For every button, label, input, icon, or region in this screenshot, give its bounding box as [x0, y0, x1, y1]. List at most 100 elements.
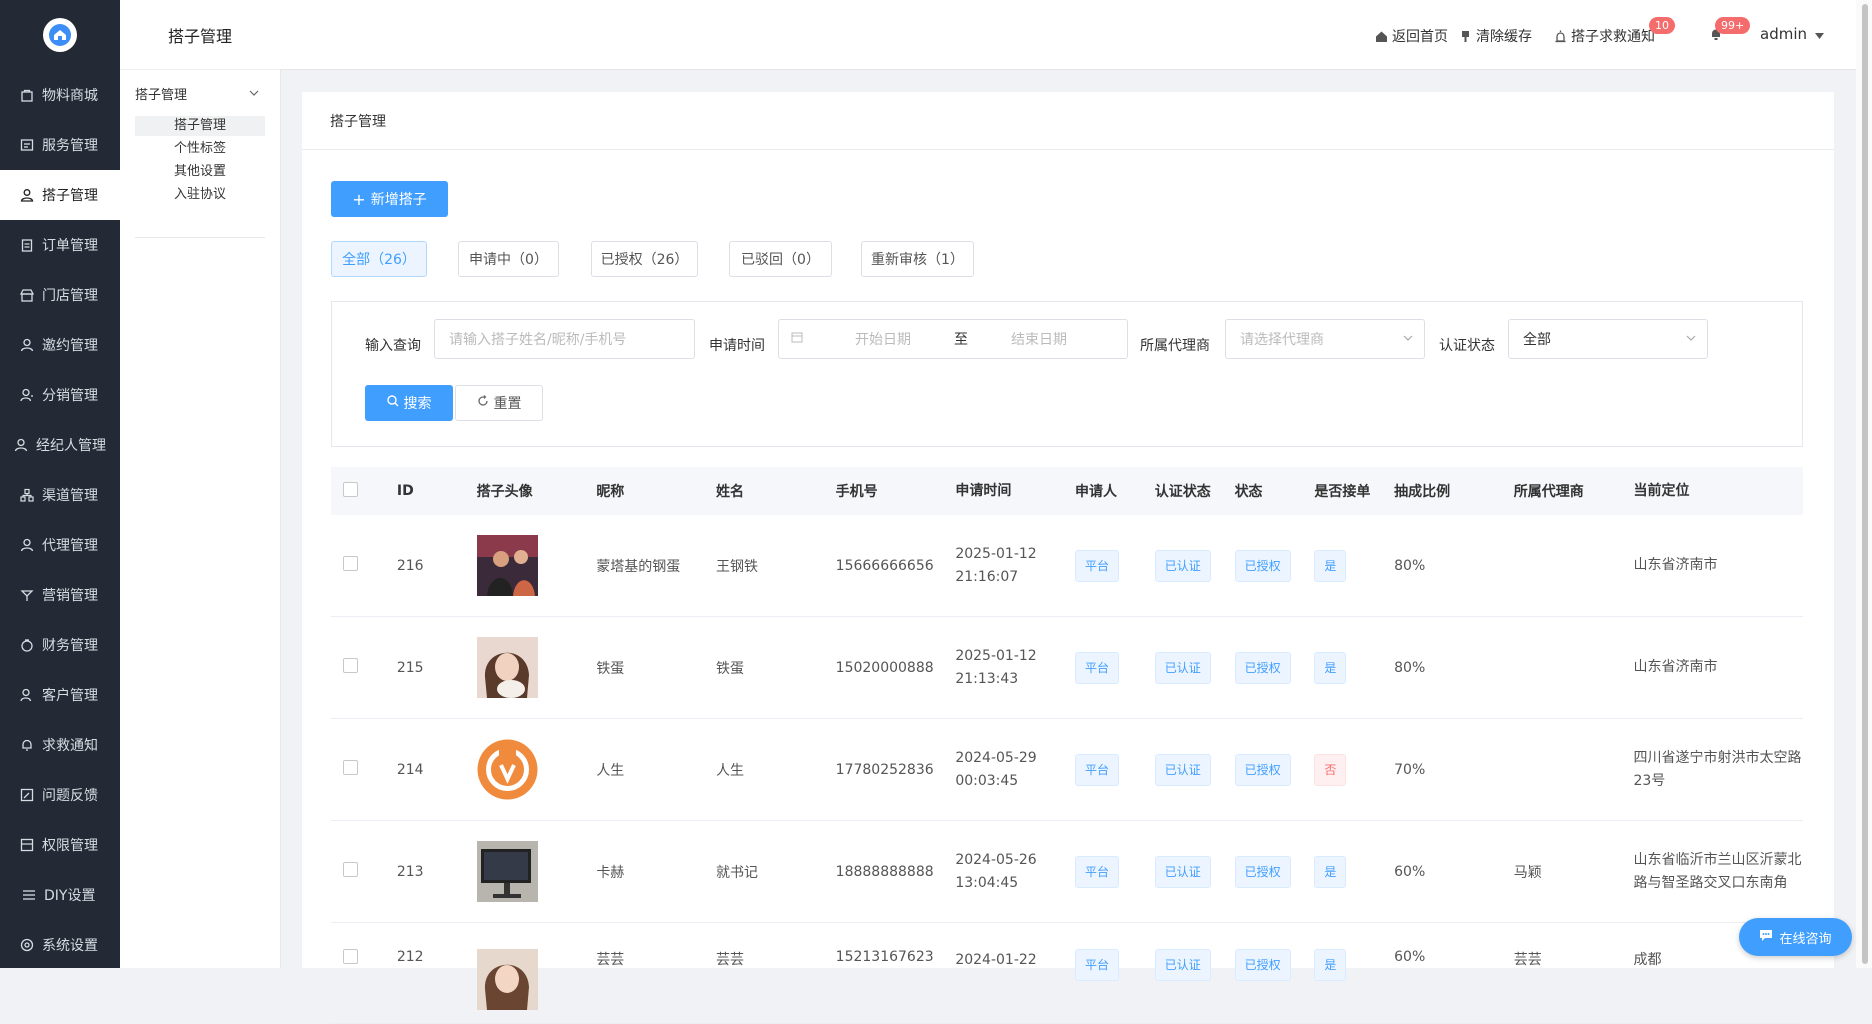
location-line2: 23号 [1633, 772, 1666, 789]
submenu-item-other-settings[interactable]: 其他设置 [135, 162, 265, 182]
auth-status-tag: 已认证 [1154, 753, 1211, 786]
header-id: ID [396, 483, 414, 499]
avatar[interactable] [476, 949, 538, 1010]
sidebar-item-label: 系统设置 [42, 938, 98, 954]
sidebar-item-label: 物料商城 [42, 88, 98, 104]
submenu-item-agreement[interactable]: 入驻协议 [135, 185, 265, 205]
page-title: 搭子管理 [302, 92, 1834, 150]
tab-authorized[interactable]: 已授权（26） [591, 241, 698, 277]
sos-notice-link[interactable]: 搭子求救通知 [1554, 26, 1655, 46]
apply-clock: 00:03:45 [955, 772, 1019, 789]
sidebar-item-customers[interactable]: 客户管理 [0, 670, 120, 720]
row-checkbox[interactable] [343, 862, 358, 877]
tab-re-review[interactable]: 重新审核（1） [861, 241, 974, 277]
user-menu[interactable]: admin [1760, 25, 1824, 43]
query-placeholder: 请输入搭子姓名/昵称/手机号 [449, 332, 627, 348]
applicant-tag: 平台 [1075, 753, 1120, 786]
query-input[interactable]: 请输入搭子姓名/昵称/手机号 [434, 319, 695, 359]
row-checkbox[interactable] [343, 556, 358, 571]
sidebar-item-marketing[interactable]: 营销管理 [0, 570, 120, 620]
sidebar-item-system[interactable]: 系统设置 [0, 920, 120, 970]
auth-status-select[interactable]: 全部 [1508, 319, 1708, 359]
home-icon [1375, 30, 1388, 43]
header-commission: 抽成比例 [1394, 484, 1451, 500]
online-consult-button[interactable]: 在线咨询 [1739, 918, 1852, 956]
time-label: 申请时间 [709, 338, 765, 354]
agent-icon [14, 438, 28, 452]
header-apply-time: 申请时间 [955, 482, 1012, 499]
query-label: 输入查询 [365, 338, 421, 354]
sidebar-item-services[interactable]: 服务管理 [0, 120, 120, 170]
submenu-item-partners[interactable]: 搭子管理 [135, 116, 265, 136]
clear-cache-label: 清除缓存 [1476, 29, 1532, 45]
sidebar-item-channels[interactable]: 渠道管理 [0, 470, 120, 520]
cell-status: 已授权 [1234, 855, 1315, 888]
sos-notice-label: 搭子求救通知 [1571, 29, 1655, 45]
logo-area [0, 0, 120, 70]
submenu-item-tags[interactable]: 个性标签 [135, 139, 265, 159]
sidebar-item-invites[interactable]: 邀约管理 [0, 320, 120, 370]
add-partner-button[interactable]: + 新增搭子 [331, 181, 448, 217]
cell-id: 213 [396, 863, 424, 880]
cell-status: 已授权 [1234, 549, 1315, 582]
sidebar-item-distribution[interactable]: 分销管理 [0, 370, 120, 420]
cell-id: 214 [396, 761, 424, 778]
sidebar-item-diy[interactable]: DIY设置 [0, 870, 120, 920]
search-button[interactable]: 搜索 [365, 385, 453, 421]
agent-select[interactable]: 请选择代理商 [1225, 319, 1425, 359]
clear-cache-link[interactable]: 清除缓存 [1459, 26, 1532, 46]
end-date-placeholder: 结束日期 [1011, 332, 1067, 348]
cell-auth-status: 已认证 [1154, 855, 1235, 888]
header-applicant: 申请人 [1075, 484, 1117, 500]
sidebar-item-label: 问题反馈 [42, 788, 98, 804]
avatar[interactable] [476, 535, 538, 596]
sidebar-item-feedback[interactable]: 问题反馈 [0, 770, 120, 820]
tab-all[interactable]: 全部（26） [331, 241, 427, 277]
row-checkbox[interactable] [343, 658, 358, 673]
cell-auth-status: 已认证 [1154, 753, 1235, 786]
sidebar-item-label: 财务管理 [42, 638, 98, 654]
location-line1: 山东省临沂市兰山区沂蒙北 [1633, 851, 1802, 868]
auth-status-tag: 已认证 [1154, 855, 1211, 888]
status-tag: 已授权 [1234, 549, 1291, 582]
page-scrollbar[interactable] [1856, 0, 1872, 968]
avatar[interactable] [476, 637, 538, 698]
cell-nickname: 蒙塔基的钢蛋 [596, 558, 681, 575]
apply-clock: 21:16:07 [955, 568, 1019, 585]
submenu-group-toggle[interactable]: 搭子管理 [120, 70, 280, 116]
sidebar-item-label: 门店管理 [42, 288, 98, 304]
avatar[interactable] [477, 739, 538, 800]
tab-rejected[interactable]: 已驳回（0） [729, 241, 832, 277]
logo[interactable] [43, 18, 77, 52]
home-link[interactable]: 返回首页 [1375, 26, 1448, 46]
sidebar-item-orders[interactable]: 订单管理 [0, 220, 120, 270]
row-checkbox[interactable] [343, 760, 358, 775]
tab-applying[interactable]: 申请中（0） [458, 241, 559, 277]
cell-name: 人生 [715, 762, 744, 779]
table-header: ID 搭子头像 昵称 姓名 手机号 申请时间 申请人 认证状态 状态 是否接单 … [331, 467, 1803, 515]
accept-orders-tag: 是 [1314, 651, 1347, 684]
cell-location: 四川省遂宁市射洪市太空路 23号 [1633, 747, 1803, 793]
date-range-picker[interactable]: 开始日期 至 结束日期 [778, 319, 1128, 359]
scrollbar-thumb[interactable] [1862, 4, 1868, 964]
home-link-label: 返回首页 [1392, 29, 1448, 45]
sidebar-item-stores[interactable]: 门店管理 [0, 270, 120, 320]
sidebar-item-partners[interactable]: 搭子管理 [0, 170, 120, 220]
row-checkbox[interactable] [343, 949, 358, 964]
sidebar-item-brokers[interactable]: 经纪人管理 [0, 420, 120, 470]
applicant-tag: 平台 [1075, 651, 1120, 684]
sidebar-item-permissions[interactable]: 权限管理 [0, 820, 120, 870]
reset-button[interactable]: 重置 [455, 385, 543, 421]
caret-down-icon [1815, 25, 1824, 43]
avatar[interactable] [476, 841, 538, 902]
sidebar-item-proxies[interactable]: 代理管理 [0, 520, 120, 570]
select-all-checkbox[interactable] [343, 481, 358, 497]
sidebar-item-label: 代理管理 [42, 538, 98, 554]
sidebar-item-materials[interactable]: 物料商城 [0, 70, 120, 120]
marketing-icon [20, 588, 34, 602]
cell-phone: 15666666656 [835, 557, 934, 574]
submenu-title: 搭子管理 [120, 0, 280, 70]
sidebar-item-sos[interactable]: 求救通知 [0, 720, 120, 770]
cell-status: 已授权 [1234, 949, 1315, 981]
sidebar-item-finance[interactable]: 财务管理 [0, 620, 120, 670]
